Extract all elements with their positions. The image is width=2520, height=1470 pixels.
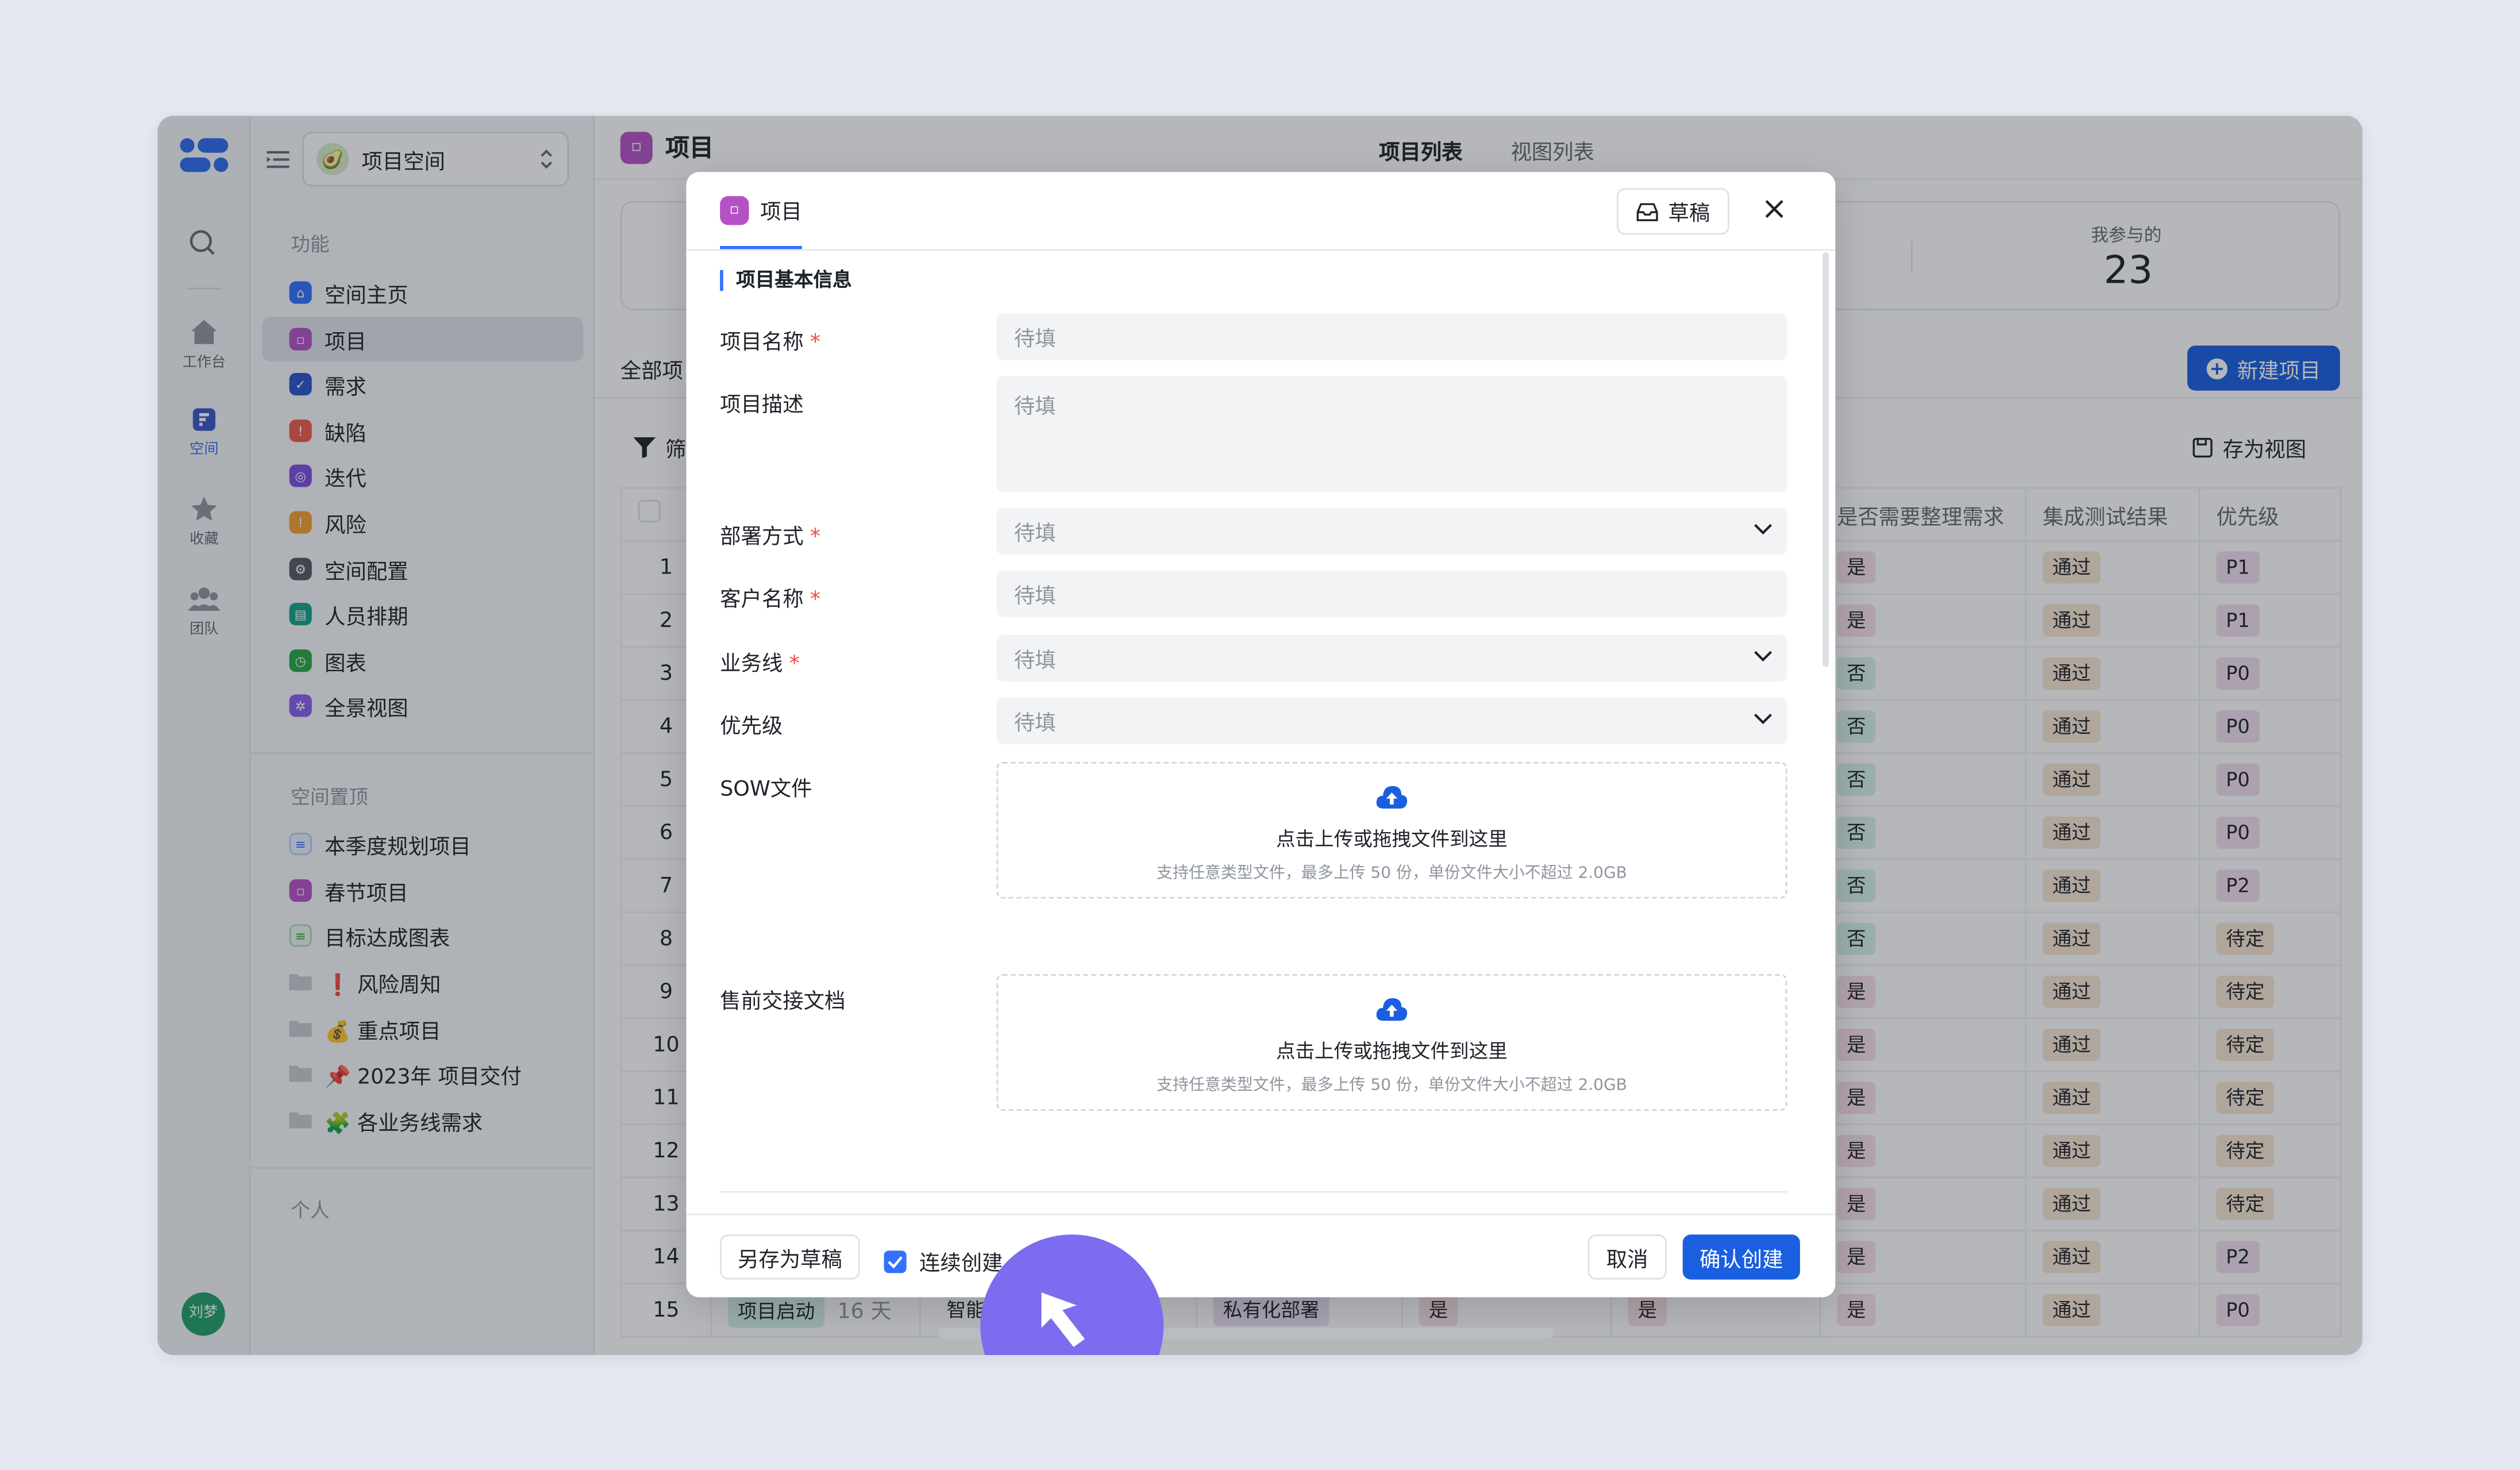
project-description-textarea[interactable]: 待填 xyxy=(996,376,1787,492)
dialog-tab-project[interactable]: ▫ 项目 xyxy=(720,194,802,225)
checkbox-checked[interactable] xyxy=(884,1249,907,1272)
confirm-create-button[interactable]: 确认创建 xyxy=(1682,1234,1800,1280)
form-end-divider xyxy=(720,1191,1787,1193)
close-icon[interactable] xyxy=(1763,198,1786,220)
required-mark: * xyxy=(789,652,800,677)
drafts-label: 草稿 xyxy=(1668,202,1710,227)
placeholder-text: 待填 xyxy=(1014,395,1056,420)
sow-upload-dropzone[interactable]: 点击上传或拖拽文件到这里 支持任意类型文件，最多上传 50 份，单份文件大小不超… xyxy=(996,761,1787,899)
upload-title: 点击上传或拖拽文件到这里 xyxy=(1276,828,1508,851)
placeholder-text: 待填 xyxy=(1014,649,1056,674)
cloud-upload-icon xyxy=(1376,998,1408,1021)
drafts-button[interactable]: 草稿 xyxy=(1616,188,1729,235)
field-label-sow: SOW文件 xyxy=(720,778,812,802)
placeholder-text: 待填 xyxy=(1014,585,1056,610)
dialog-header: ▫ 项目 草稿 xyxy=(686,172,1836,251)
upload-hint: 支持任意类型文件，最多上传 50 份，单份文件大小不超过 2.0GB xyxy=(1156,1077,1627,1095)
required-mark: * xyxy=(810,588,821,613)
placeholder-text: 待填 xyxy=(1014,522,1056,547)
active-tab-indicator xyxy=(720,245,802,249)
create-project-dialog: ▫ 项目 草稿 项目基本信息 项目名称 * 待填 项目描述 待填 部署方式 * 待填… xyxy=(686,172,1836,1298)
upload-hint: 支持任意类型文件，最多上传 50 份，单份文件大小不超过 2.0GB xyxy=(1156,864,1627,883)
continuous-create-label: 连续创建 xyxy=(919,1252,1003,1276)
field-label-deploy: 部署方式 * xyxy=(720,525,821,550)
chevron-down-icon xyxy=(1754,651,1772,662)
cancel-button[interactable]: 取消 xyxy=(1587,1234,1667,1280)
presale-doc-upload-dropzone[interactable]: 点击上传或拖拽文件到这里 支持任意类型文件，最多上传 50 份，单份文件大小不超… xyxy=(996,974,1787,1111)
field-label-name: 项目名称 * xyxy=(720,331,821,356)
customer-name-input[interactable]: 待填 xyxy=(996,571,1787,618)
save-as-draft-button[interactable]: 另存为草稿 xyxy=(720,1234,860,1280)
dialog-tab-label: 项目 xyxy=(760,201,802,225)
project-icon: ▫ xyxy=(720,195,749,225)
placeholder-text: 待填 xyxy=(1014,328,1056,352)
project-name-input[interactable]: 待填 xyxy=(996,313,1787,360)
priority-select[interactable]: 待填 xyxy=(996,697,1787,745)
chevron-down-icon xyxy=(1754,713,1772,725)
chevron-down-icon xyxy=(1754,524,1772,535)
dialog-scrollbar[interactable] xyxy=(1822,252,1829,667)
required-mark: * xyxy=(810,525,821,550)
business-line-select[interactable]: 待填 xyxy=(996,634,1787,682)
field-label-customer: 客户名称 * xyxy=(720,588,821,613)
required-mark: * xyxy=(810,331,821,356)
cloud-upload-icon xyxy=(1376,786,1408,809)
placeholder-text: 待填 xyxy=(1014,712,1056,737)
field-label-priority: 优先级 xyxy=(720,715,783,740)
deploy-method-select[interactable]: 待填 xyxy=(996,507,1787,555)
field-label-presale: 售前交接文档 xyxy=(720,990,846,1015)
modal-backdrop-left[interactable] xyxy=(157,116,595,1356)
field-label-business: 业务线 * xyxy=(720,652,800,677)
continuous-create-checkbox[interactable]: 连续创建 xyxy=(884,1246,1003,1276)
check-icon xyxy=(888,1255,903,1268)
section-title: 项目基本信息 xyxy=(720,270,852,291)
field-label-desc: 项目描述 xyxy=(720,394,804,418)
inbox-icon xyxy=(1636,202,1658,221)
upload-title: 点击上传或拖拽文件到这里 xyxy=(1276,1040,1508,1063)
